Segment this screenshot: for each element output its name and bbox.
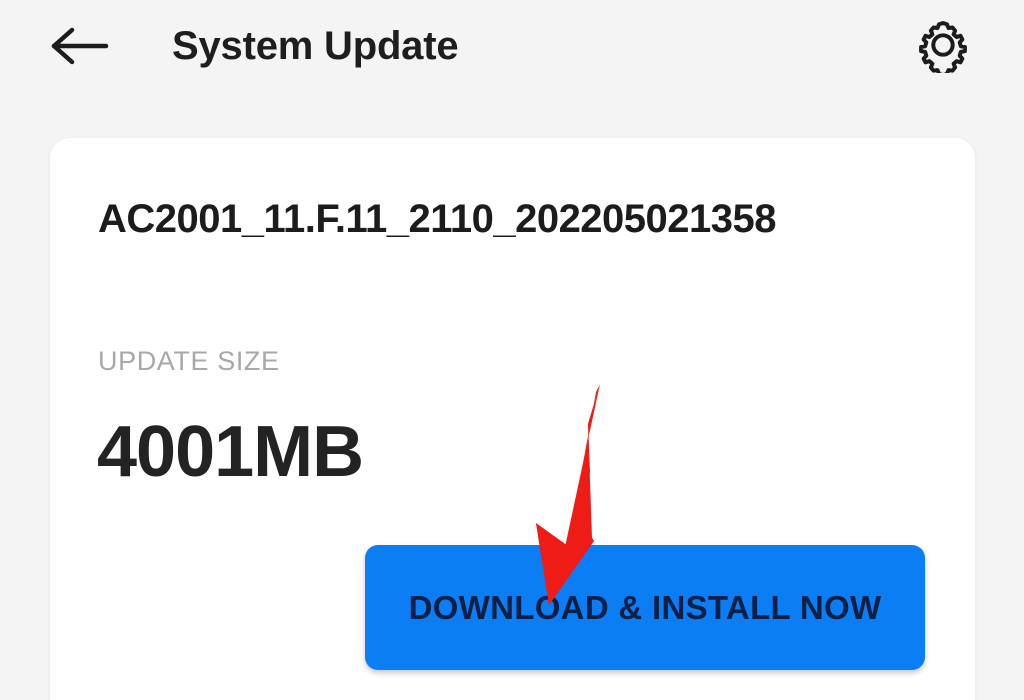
download-install-now-button-label: DOWNLOAD & INSTALL NOW xyxy=(408,588,882,626)
system-update-screen: System Update AC2001_11.F.11_2110_202205… xyxy=(0,0,1024,700)
update-version-text: AC2001_11.F.11_2110_202205021358 xyxy=(98,197,777,241)
download-install-now-button[interactable]: DOWNLOAD & INSTALL NOW xyxy=(365,545,925,670)
update-size-label: UPDATE SIZE xyxy=(98,346,280,376)
back-button[interactable] xyxy=(44,18,114,74)
page-title: System Update xyxy=(172,24,459,68)
update-info-card: AC2001_11.F.11_2110_202205021358 UPDATE … xyxy=(50,138,975,700)
settings-button[interactable] xyxy=(912,14,974,76)
gear-icon xyxy=(915,17,971,73)
back-arrow-icon xyxy=(48,26,110,66)
update-size-value: 4001MB xyxy=(97,412,364,492)
app-bar: System Update xyxy=(0,0,1024,100)
